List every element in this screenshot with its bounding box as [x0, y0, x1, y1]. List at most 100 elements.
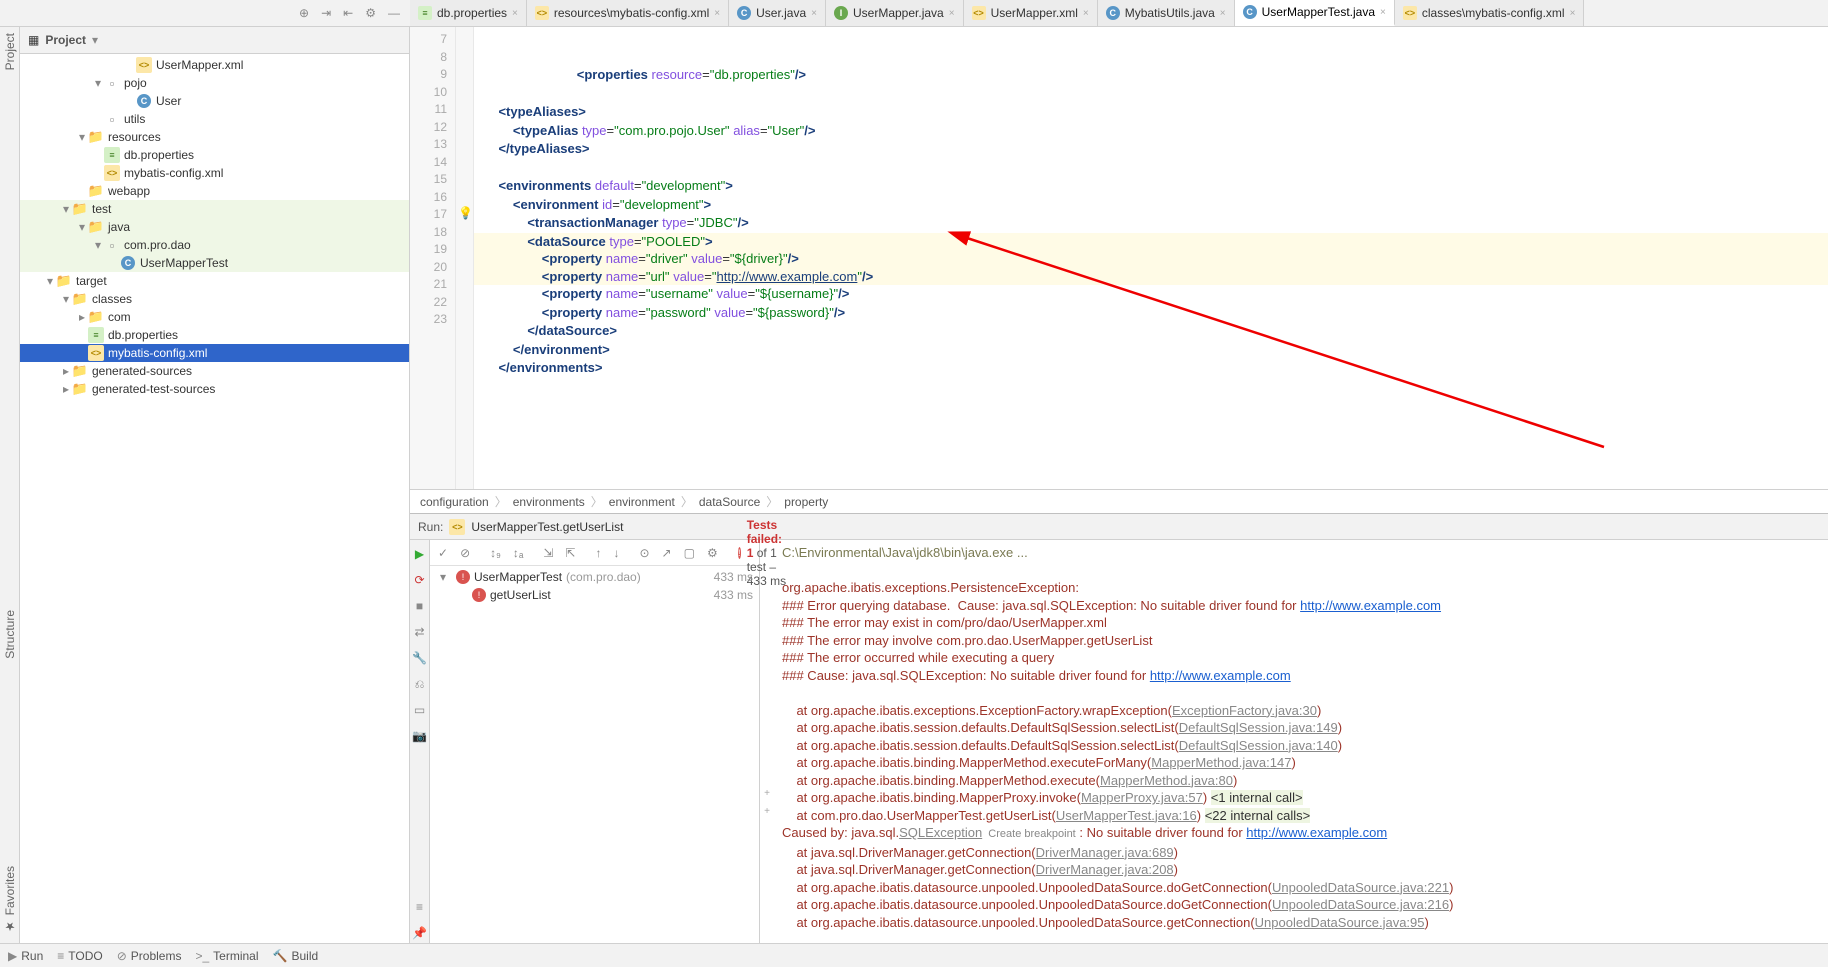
history-icon[interactable]: ≡ — [410, 897, 429, 917]
source-link[interactable]: SQLException — [899, 825, 982, 840]
source-link[interactable]: UserMapperTest.java:16 — [1056, 808, 1197, 823]
source-link[interactable]: DriverManager.java:689 — [1036, 845, 1174, 860]
editor-gutter[interactable]: 7891011121314151617181920212223 — [410, 27, 456, 489]
breadcrumb-item[interactable]: property — [784, 495, 828, 509]
wrench-icon[interactable]: 🔧 — [410, 648, 429, 668]
twist-icon[interactable]: ▸ — [76, 310, 88, 324]
bottom-tool-terminal[interactable]: >_Terminal — [195, 949, 258, 963]
twist-icon[interactable]: ▾ — [60, 202, 72, 216]
tree-row[interactable]: ▸generated-test-sources — [20, 380, 409, 398]
layout-icon[interactable]: ▭ — [410, 700, 429, 720]
tree-row[interactable]: db.properties — [20, 326, 409, 344]
twist-icon[interactable]: ▾ — [76, 220, 88, 234]
favorites-toolwindow-tab[interactable]: ★ Favorites — [3, 866, 17, 933]
close-icon[interactable]: × — [1083, 8, 1089, 19]
editor-tab[interactable]: resources\mybatis-config.xml× — [527, 0, 729, 26]
twist-icon[interactable]: ▾ — [76, 130, 88, 144]
expand-icon[interactable]: ⇲ — [541, 544, 555, 562]
structure-toolwindow-tab[interactable]: Structure — [3, 610, 17, 659]
tree-row[interactable]: utils — [20, 110, 409, 128]
editor-tab[interactable]: db.properties× — [410, 0, 527, 26]
fold-toggle[interactable]: + — [760, 803, 774, 821]
tree-row[interactable]: ▾resources — [20, 128, 409, 146]
close-icon[interactable]: × — [811, 8, 817, 19]
breadcrumb-item[interactable]: environment — [609, 495, 675, 509]
next-icon[interactable]: ↓ — [611, 544, 621, 562]
close-icon[interactable]: × — [1570, 8, 1576, 19]
breadcrumb-item[interactable]: dataSource — [699, 495, 760, 509]
tests-tree[interactable]: ▾!UserMapperTest (com.pro.dao)433 ms!get… — [430, 566, 759, 943]
source-link[interactable]: DriverManager.java:208 — [1036, 862, 1174, 877]
editor-code[interactable]: <properties resource="db.properties"/> <… — [474, 27, 1828, 489]
intention-bulb-icon[interactable]: 💡 — [458, 206, 473, 220]
cog-icon[interactable]: ⚙ — [705, 544, 720, 562]
prev-icon[interactable]: ↑ — [593, 544, 603, 562]
internal-calls[interactable]: <22 internal calls> — [1205, 808, 1311, 823]
collapse-all-icon[interactable]: ⇤ — [343, 6, 353, 20]
test-row[interactable]: !getUserList433 ms — [432, 586, 757, 604]
source-link[interactable]: MapperProxy.java:57 — [1081, 790, 1203, 805]
close-icon[interactable]: × — [1380, 7, 1386, 18]
close-icon[interactable]: × — [1220, 8, 1226, 19]
editor-tab[interactable]: UserMapper.java× — [826, 0, 964, 26]
source-link[interactable]: DefaultSqlSession.java:140 — [1179, 738, 1338, 753]
project-view-dropdown-icon[interactable]: ▾ — [92, 33, 98, 47]
twist-icon[interactable]: ▾ — [92, 238, 104, 252]
rerun-icon[interactable]: ▶ — [410, 544, 429, 564]
breadcrumb-item[interactable]: environments — [513, 495, 585, 509]
tree-row[interactable]: ▾test — [20, 200, 409, 218]
export-icon[interactable]: ↗ — [660, 544, 674, 562]
sort-alpha-icon[interactable]: ↕ₐ — [511, 544, 525, 562]
tree-row[interactable]: webapp — [20, 182, 409, 200]
toggle-auto-icon[interactable]: ⇄ — [410, 622, 429, 642]
import-icon[interactable]: ⊙ — [637, 544, 651, 562]
pin-icon[interactable]: 📌 — [410, 923, 429, 943]
tree-row[interactable]: ▾com.pro.dao — [20, 236, 409, 254]
tree-row[interactable]: UserMapper.xml — [20, 56, 409, 74]
url-link[interactable]: http://www.example.com — [1246, 825, 1387, 840]
close-icon[interactable]: × — [949, 8, 955, 19]
tree-row[interactable]: ▾target — [20, 272, 409, 290]
source-link[interactable]: UnpooledDataSource.java:221 — [1272, 880, 1449, 895]
tree-row[interactable]: ▸com — [20, 308, 409, 326]
source-link[interactable]: UnpooledDataSource.java:95 — [1255, 915, 1425, 930]
bottom-tool-run[interactable]: ▶Run — [8, 949, 43, 963]
tree-row[interactable]: ▸generated-sources — [20, 362, 409, 380]
stop-icon[interactable]: ■ — [410, 596, 429, 616]
tree-row[interactable]: db.properties — [20, 146, 409, 164]
internal-calls[interactable]: <1 internal call> — [1211, 790, 1303, 805]
tree-row[interactable]: mybatis-config.xml — [20, 344, 409, 362]
tree-row[interactable]: User — [20, 92, 409, 110]
twist-icon[interactable]: ▾ — [92, 76, 104, 90]
source-link[interactable]: DefaultSqlSession.java:149 — [1179, 720, 1338, 735]
locate-icon[interactable]: ⊕ — [299, 6, 309, 20]
create-breakpoint[interactable]: Create breakpoint — [982, 828, 1076, 840]
twist-icon[interactable]: ▸ — [60, 382, 72, 396]
rerun-failed-icon[interactable]: ⟳ — [410, 570, 429, 590]
close-icon[interactable]: × — [714, 8, 720, 19]
url-link[interactable]: http://www.example.com — [1150, 668, 1291, 683]
tree-row[interactable]: ▾classes — [20, 290, 409, 308]
settings-icon[interactable]: ⚙ — [365, 6, 376, 20]
tree-row[interactable]: ▾pojo — [20, 74, 409, 92]
breadcrumbs[interactable]: configuration〉environments〉environment〉d… — [410, 489, 1828, 513]
bottom-tool-todo[interactable]: ≡TODO — [57, 949, 102, 963]
show-passed-icon[interactable]: ✓ — [436, 544, 450, 562]
project-toolwindow-tab[interactable]: Project — [3, 33, 17, 70]
sort-icon[interactable]: ↕₉ — [488, 544, 503, 562]
expand-all-icon[interactable]: ⇥ — [321, 6, 331, 20]
hide-icon[interactable]: — — [388, 6, 400, 20]
tree-row[interactable]: UserMapperTest — [20, 254, 409, 272]
editor-tab[interactable]: UserMapper.xml× — [964, 0, 1098, 26]
console-fold-gutter[interactable]: ++ — [760, 540, 774, 943]
source-link[interactable]: MapperMethod.java:80 — [1100, 773, 1233, 788]
show-ignored-icon[interactable]: ⊘ — [458, 544, 472, 562]
source-link[interactable]: ExceptionFactory.java:30 — [1172, 703, 1317, 718]
fold-toggle[interactable]: + — [760, 785, 774, 803]
source-link[interactable]: UnpooledDataSource.java:216 — [1272, 897, 1449, 912]
tree-row[interactable]: mybatis-config.xml — [20, 164, 409, 182]
breadcrumb-item[interactable]: configuration — [420, 495, 489, 509]
project-tree[interactable]: UserMapper.xml▾pojoUserutils▾resourcesdb… — [20, 54, 409, 943]
bottom-tool-build[interactable]: 🔨Build — [273, 949, 319, 963]
tree-row[interactable]: ▾java — [20, 218, 409, 236]
